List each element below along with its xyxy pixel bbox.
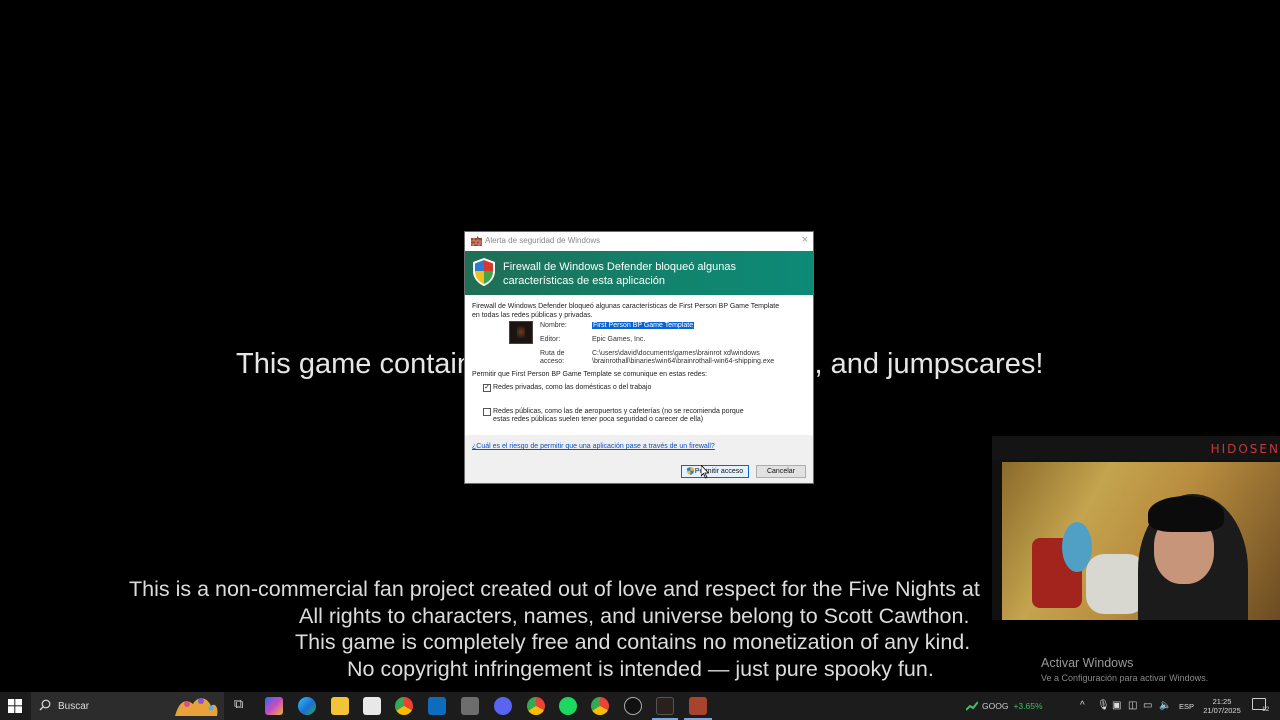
search-highlight-art-icon — [175, 698, 218, 716]
firewall-wall-icon — [471, 236, 482, 246]
allow-networks-text: Permitir que First Person BP Game Templa… — [472, 371, 708, 378]
path-value: C:\users\david\documents\games\brainrot … — [592, 350, 774, 366]
shield-icon — [473, 258, 495, 286]
path-label: Ruta de acceso: — [540, 350, 565, 366]
private-networks-checkbox[interactable]: ✓ — [483, 384, 491, 392]
check-mark-icon: ✓ — [484, 384, 490, 391]
warning-right: s, and jumpscares! — [800, 348, 1044, 380]
public-label-line: Redes públicas, como las de aeropuertos … — [493, 408, 744, 415]
watermark-title: Activar Windows — [1041, 656, 1134, 670]
mouse-cursor-icon — [701, 465, 709, 479]
webcam-brand-text: HIDOSEN — [1210, 442, 1280, 456]
firewall-alert-taskbar-icon[interactable] — [689, 697, 707, 715]
app-icon — [509, 321, 533, 344]
tray-app-icon[interactable]: ◫ — [1128, 700, 1137, 711]
edge-browser-icon[interactable] — [298, 697, 316, 715]
stock-trend-icon — [966, 701, 978, 711]
windows-start-icon[interactable] — [8, 699, 22, 713]
network-icon[interactable]: ▭ — [1143, 700, 1152, 711]
cancel-button[interactable]: Cancelar — [756, 465, 806, 478]
name-label: Nombre: — [540, 322, 567, 329]
dialog-heading: Firewall de Windows Defender bloqueó alg… — [503, 260, 803, 288]
calculator-icon[interactable] — [461, 697, 479, 715]
warning-left: This game contain — [236, 348, 473, 380]
clock-time: 21:25 — [1212, 697, 1232, 706]
public-label-line: estas redes públicas suelen tener poca s… — [493, 416, 704, 423]
heading-line: características de esta aplicación — [503, 275, 666, 287]
firewall-risk-link[interactable]: ¿Cuál es el riesgo de permitir que una a… — [472, 443, 715, 450]
webcam-hair — [1148, 496, 1224, 532]
path-value-line: \brainrothall\binaries\win64\brainrothal… — [592, 358, 775, 365]
taskbar-search-box[interactable]: Buscar — [31, 692, 224, 720]
stock-ticker: GOOG — [982, 701, 1009, 711]
search-placeholder: Buscar — [58, 701, 90, 712]
copilot-icon[interactable] — [265, 697, 283, 715]
stock-widget[interactable]: GOOG +3.65% — [982, 701, 1043, 711]
dialog-intro: Firewall de Windows Defender bloqueó alg… — [472, 302, 807, 320]
search-icon — [39, 699, 51, 711]
close-icon[interactable]: × — [802, 234, 808, 246]
publisher-value: Epic Games, Inc. — [592, 336, 646, 343]
dialog-title: Alerta de seguridad de Windows — [485, 236, 601, 245]
microsoft-store-icon[interactable] — [363, 697, 381, 715]
notification-count: 12 — [1262, 706, 1270, 713]
task-view-icon[interactable]: ⧉ — [234, 696, 243, 712]
disclaimer-text: This is a non-commercial fan project cre… — [0, 576, 1000, 682]
disclaimer-line: This is a non-commercial fan project cre… — [129, 577, 980, 601]
outlook-icon[interactable] — [428, 697, 446, 715]
game-window-icon[interactable] — [656, 697, 674, 715]
stock-change: +3.65% — [1013, 701, 1043, 711]
intro-line: Firewall de Windows Defender bloqueó alg… — [472, 303, 780, 310]
heading-line: Firewall de Windows Defender bloqueó alg… — [503, 261, 736, 273]
chrome-alt-icon[interactable] — [591, 697, 609, 715]
activation-watermark: Activar Windows Ve a Configuración para … — [1041, 656, 1208, 683]
firewall-alert-dialog: Alerta de seguridad de Windows × Firewal… — [464, 231, 814, 484]
name-value-selected[interactable]: First Person BP Game Template — [592, 322, 695, 329]
private-networks-label[interactable]: Redes privadas, como las domésticas o de… — [493, 384, 651, 392]
path-label-line: acceso: — [540, 358, 565, 365]
public-networks-label[interactable]: Redes públicas, como las de aeropuertos … — [493, 408, 744, 424]
clock-date: 21/07/2025 — [1203, 706, 1241, 715]
name-value[interactable]: First Person BP Game Template — [592, 322, 695, 330]
chrome-icon[interactable] — [395, 697, 413, 715]
watermark-subtitle: Ve a Configuración para activar Windows. — [1041, 673, 1209, 683]
webcam-overlay: HIDOSEN — [992, 436, 1280, 620]
disclaimer-line: This game is completely free and contain… — [295, 630, 971, 654]
taskbar: Buscar ⧉ GOOG +3.65% ^ 🎙 ▣ ◫ ▭ 🔈 ESP 21:2… — [0, 692, 1280, 720]
webcam-shape — [1086, 554, 1146, 614]
clock[interactable]: 21:25 21/07/2025 — [1200, 697, 1244, 715]
discord-icon[interactable] — [494, 697, 512, 715]
webcam-room — [1002, 462, 1280, 620]
dialog-titlebar[interactable]: Alerta de seguridad de Windows × — [465, 232, 813, 251]
obs-icon[interactable] — [624, 697, 642, 715]
volume-icon[interactable]: 🔈 — [1159, 700, 1171, 711]
disclaimer-line: No copyright infringement is intended — … — [347, 656, 934, 681]
dialog-header: Firewall de Windows Defender bloqueó alg… — [465, 251, 813, 295]
disclaimer-line: All rights to characters, names, and uni… — [299, 603, 970, 628]
language-indicator[interactable]: ESP — [1179, 702, 1194, 711]
file-explorer-icon[interactable] — [331, 697, 349, 715]
microphone-icon[interactable]: 🎙 — [1097, 700, 1110, 711]
path-label-line: Ruta de — [540, 350, 565, 357]
chrome-profile-icon[interactable] — [527, 697, 545, 715]
intro-line: en todas las redes públicas y privadas. — [472, 312, 593, 319]
publisher-label: Editor: — [540, 336, 561, 343]
spotify-icon[interactable] — [559, 697, 577, 715]
uac-shield-icon — [686, 467, 694, 476]
path-value-line: C:\users\david\documents\games\brainrot … — [592, 350, 760, 357]
public-networks-checkbox[interactable] — [483, 408, 491, 416]
tray-app-icon[interactable]: ▣ — [1112, 700, 1121, 711]
allow-access-button[interactable]: Permitir acceso — [681, 465, 749, 478]
chevron-up-icon[interactable]: ^ — [1080, 700, 1085, 711]
